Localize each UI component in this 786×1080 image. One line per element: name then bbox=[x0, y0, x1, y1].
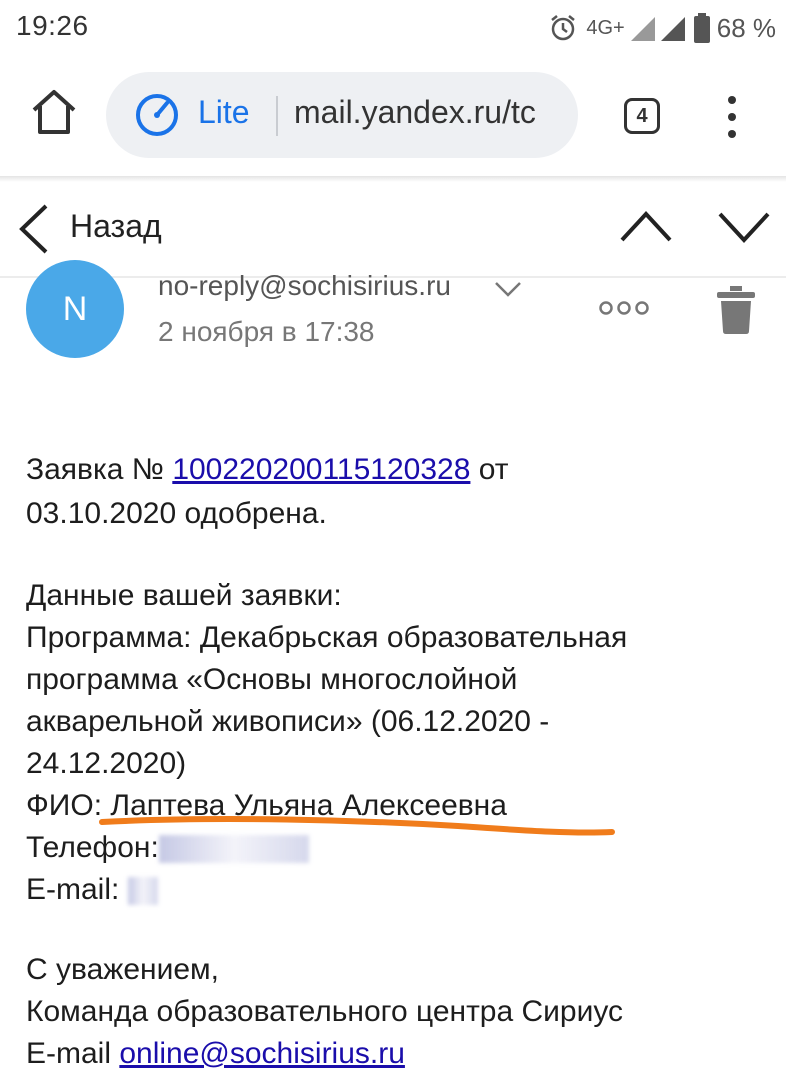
battery-level: 68 % bbox=[716, 12, 776, 43]
application-suffix: от bbox=[470, 453, 509, 486]
alarm-icon bbox=[551, 15, 576, 41]
lite-speed-icon bbox=[136, 94, 178, 136]
program-line-1: Программа: Декабрьская образовательная bbox=[26, 621, 628, 654]
data-heading: Данные вашей заявки: bbox=[26, 579, 342, 612]
lite-mode-label: Lite bbox=[198, 94, 250, 130]
phone-label: Телефон: bbox=[26, 831, 159, 864]
sender-avatar: N bbox=[26, 260, 124, 358]
address-bar[interactable]: Lite mail.yandex.ru/tc bbox=[106, 72, 578, 158]
sender-address[interactable]: no-reply@sochisirius.ru bbox=[158, 270, 451, 302]
menu-dots-icon[interactable] bbox=[722, 92, 742, 142]
home-icon[interactable] bbox=[28, 86, 80, 138]
tabs-icon[interactable]: 4 bbox=[624, 98, 660, 134]
url-text[interactable]: mail.yandex.ru/tc bbox=[294, 94, 536, 131]
phone-redacted bbox=[158, 835, 309, 864]
mail-nav-bar: Назад bbox=[0, 182, 786, 276]
address-separator bbox=[276, 96, 278, 136]
program-line-3: акварельной живописи» (06.12.2020 - bbox=[26, 705, 550, 738]
footer-email-label: E-mail bbox=[26, 1037, 120, 1070]
phone-line: Телефон: bbox=[26, 828, 309, 868]
network-type: 4G+ bbox=[586, 16, 625, 39]
back-chevron-icon[interactable] bbox=[16, 202, 52, 256]
battery-icon bbox=[693, 13, 710, 43]
program-line-4: 24.12.2020) bbox=[26, 747, 187, 780]
application-prefix: Заявка № bbox=[26, 453, 173, 486]
approval-line: 03.10.2020 одобрена. bbox=[26, 497, 327, 530]
email-label: E-mail: bbox=[26, 873, 120, 906]
regards-line: С уважением, bbox=[26, 953, 220, 986]
team-line: Команда образовательного центра Сириус bbox=[26, 995, 624, 1028]
application-line: Заявка № 100220200115120328 от bbox=[26, 450, 509, 490]
email-redacted bbox=[127, 877, 158, 906]
trash-icon[interactable] bbox=[716, 286, 756, 334]
more-dots-icon[interactable] bbox=[598, 300, 650, 316]
status-icons: 4G+ 68 % bbox=[548, 8, 776, 48]
message-date: 2 ноября в 17:38 bbox=[158, 316, 375, 347]
application-number-link[interactable]: 100220200115120328 bbox=[172, 453, 470, 486]
signal-icon bbox=[630, 17, 685, 41]
program-line-2: программа «Основы многослойной bbox=[26, 663, 518, 696]
status-time: 19:26 bbox=[16, 10, 89, 41]
footer-email-link[interactable]: online@sochisirius.ru bbox=[119, 1037, 405, 1070]
email-line: E-mail: bbox=[26, 870, 158, 910]
back-button[interactable]: Назад bbox=[70, 208, 162, 245]
status-bar: 19:26 4G+ 68 % bbox=[0, 0, 786, 56]
up-chevron-icon[interactable] bbox=[618, 208, 674, 244]
browser-toolbar: Lite mail.yandex.ru/tc 4 bbox=[0, 62, 786, 172]
down-chevron-icon[interactable] bbox=[716, 210, 772, 246]
expand-sender-icon[interactable] bbox=[494, 280, 522, 298]
footer-email-line: E-mail online@sochisirius.ru bbox=[26, 1034, 405, 1074]
